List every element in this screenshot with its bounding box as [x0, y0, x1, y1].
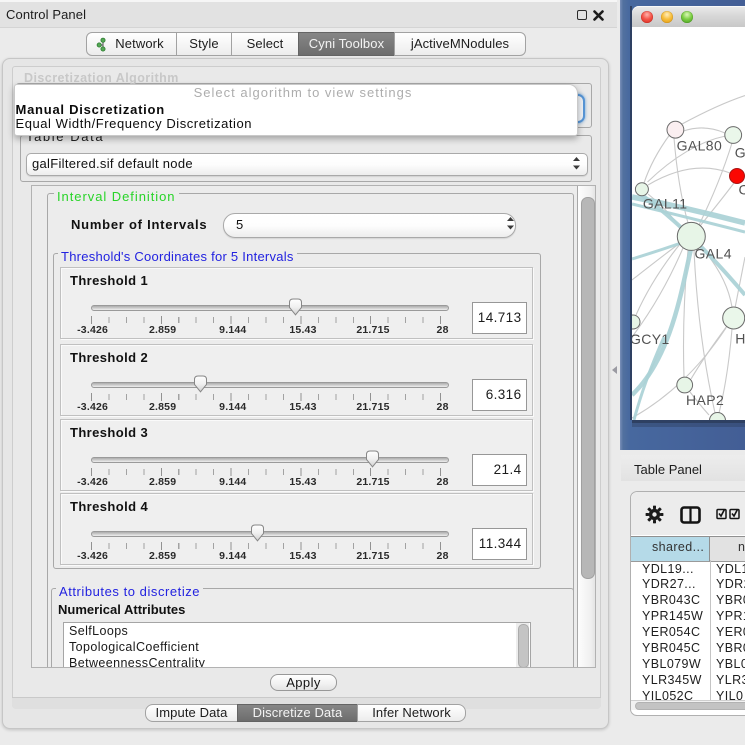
svg-text:GAL11: GAL11 — [643, 196, 688, 212]
svg-text:HIS7: HIS7 — [735, 331, 745, 347]
svg-text:GAL3: GAL3 — [735, 145, 745, 161]
svg-text:GCY1: GCY1 — [632, 331, 670, 347]
svg-text:CYC8: CYC8 — [739, 182, 745, 198]
svg-text:GAL4: GAL4 — [695, 245, 732, 261]
svg-text:GAL80: GAL80 — [677, 138, 723, 154]
svg-text:HAP2: HAP2 — [686, 392, 724, 408]
